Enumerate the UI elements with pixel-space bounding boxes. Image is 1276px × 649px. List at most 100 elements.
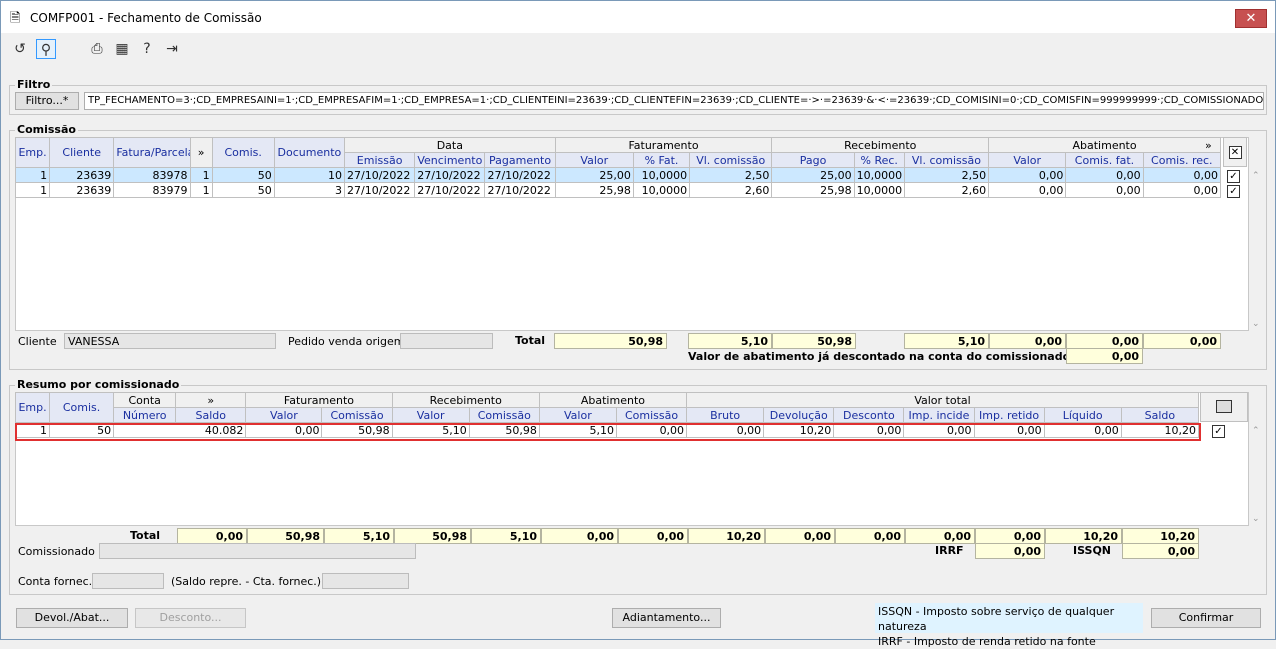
col-fat-valor[interactable]: Valor: [245, 407, 323, 423]
group-valor-total: Valor total: [686, 392, 1199, 408]
col-ab-comissao[interactable]: Comissão: [615, 407, 688, 423]
document-icon: 🗎: [10, 11, 21, 26]
col-fat-valor[interactable]: Valor: [554, 152, 634, 168]
cell-cliente: 23639: [49, 167, 115, 183]
rtotal-vt-saldo: 10,20: [1122, 528, 1199, 544]
col-comis[interactable]: Comis.: [49, 392, 115, 423]
cell-comis: 50: [211, 167, 275, 183]
col-fat-comissao[interactable]: Comissão: [321, 407, 393, 423]
col-expand-button[interactable]: »: [175, 392, 247, 408]
desconto-button[interactable]: Desconto...: [135, 608, 246, 628]
comissao-total-label: Total: [515, 334, 546, 347]
col-emissao[interactable]: Emissão: [344, 152, 416, 168]
col-rec-comissao[interactable]: Comissão: [468, 407, 540, 423]
cell-fat-valor: 25,98: [554, 182, 634, 198]
cell-ab-valor: 0,00: [988, 182, 1067, 198]
scroll-up-icon[interactable]: ⌃: [1252, 171, 1260, 181]
row-highlight: [15, 423, 1201, 441]
abatimento-descontado-label: Valor de abatimento já descontado na con…: [688, 350, 1071, 363]
row-checkbox[interactable]: ✓: [1227, 184, 1240, 198]
comissao-group-label: Comissão: [15, 123, 78, 136]
saldo-repre-label: (Saldo repre. - Cta. fornec.): [171, 575, 322, 588]
col-rec-vlcom[interactable]: Vl. comissão: [903, 152, 990, 168]
table-row[interactable]: 1 23639 83979 1 50 3 27/10/2022 27/10/20…: [14, 182, 1222, 198]
total-ab-comrec: 0,00: [1143, 333, 1221, 349]
legend-issqn: ISSQN - Imposto sobre serviço de qualque…: [878, 605, 1115, 633]
total-ab-valor: 0,00: [989, 333, 1066, 349]
uncheck-all-icon: ✕: [1228, 146, 1242, 159]
col-bruto[interactable]: Bruto: [686, 407, 765, 423]
rtotal-fat-comissao: 5,10: [324, 528, 394, 544]
row-checkbox[interactable]: ✓: [1227, 169, 1240, 183]
cell-rec-vlcom: 2,50: [903, 167, 990, 183]
col-rec-valor[interactable]: Valor: [391, 407, 470, 423]
col-fatura[interactable]: Fatura/Parcela: [113, 137, 191, 168]
irrf-label: IRRF: [935, 544, 964, 557]
help-icon[interactable]: ?: [137, 39, 157, 59]
undo-icon[interactable]: ↺: [10, 39, 30, 59]
cell-fatura: 83979: [113, 182, 191, 198]
col-rec-pct[interactable]: % Rec.: [853, 152, 905, 168]
rtotal-ab-valor: 0,00: [541, 528, 618, 544]
col-comis[interactable]: Comis.: [211, 137, 275, 168]
window-title: COMFP001 - Fechamento de Comissão: [30, 11, 262, 25]
scroll-down-icon[interactable]: ⌄: [1252, 319, 1260, 329]
col-vt-saldo[interactable]: Saldo: [1120, 407, 1200, 423]
select-all-toggle[interactable]: ✕: [1223, 137, 1247, 167]
col-documento[interactable]: Documento: [273, 137, 346, 168]
col-ab-comfat[interactable]: Comis. fat.: [1065, 152, 1144, 168]
col-ab-valor[interactable]: Valor: [988, 152, 1067, 168]
scroll-up-icon[interactable]: ⌃: [1252, 426, 1260, 436]
total-rec-vlcom: 5,10: [904, 333, 989, 349]
cell-rec-pago: 25,98: [771, 182, 855, 198]
rtotal-rec-valor: 50,98: [394, 528, 471, 544]
col-fat-vlcom[interactable]: Vl. comissão: [689, 152, 773, 168]
devol-abat-button[interactable]: Devol./Abat...: [16, 608, 128, 628]
issqn-value: 0,00: [1122, 543, 1199, 559]
col-saldo[interactable]: Saldo: [175, 407, 247, 423]
calendar-icon[interactable]: ▦: [112, 39, 132, 59]
col-cliente[interactable]: Cliente: [49, 137, 115, 168]
col-desconto[interactable]: Desconto: [833, 407, 905, 423]
rtotal-liquido: 10,20: [1045, 528, 1122, 544]
resumo-group-label: Resumo por comissionado: [15, 378, 182, 391]
table-row[interactable]: 1 23639 83978 1 50 10 27/10/2022 27/10/2…: [14, 167, 1222, 183]
col-rec-pago[interactable]: Pago: [771, 152, 855, 168]
group-faturamento: Faturamento: [554, 137, 773, 153]
pedido-label: Pedido venda origem: [288, 335, 405, 348]
cell-rec-vlcom: 2,60: [903, 182, 990, 198]
group-abatimento: Abatimento: [538, 392, 688, 408]
col-imp-retido[interactable]: Imp. retido: [973, 407, 1045, 423]
cell-emp: 1: [14, 182, 51, 198]
cell-ab-comfat: 0,00: [1065, 182, 1144, 198]
cliente-field: VANESSA: [64, 333, 276, 349]
col-devolucao[interactable]: Devolução: [763, 407, 835, 423]
filter-button[interactable]: Filtro...*: [15, 92, 79, 110]
expand-columns-button[interactable]: »: [1205, 139, 1212, 152]
col-numero[interactable]: Número: [113, 407, 177, 423]
scroll-down-icon[interactable]: ⌄: [1252, 514, 1260, 524]
confirmar-button[interactable]: Confirmar: [1151, 608, 1261, 628]
exit-icon[interactable]: ⇥: [162, 39, 182, 59]
col-ab-comrec[interactable]: Comis. rec.: [1142, 152, 1222, 168]
select-all-toggle[interactable]: [1200, 392, 1248, 422]
col-emp[interactable]: Emp.: [14, 137, 51, 168]
group-faturamento: Faturamento: [245, 392, 393, 408]
print-icon[interactable]: ⎙: [87, 39, 107, 59]
col-emp[interactable]: Emp.: [14, 392, 51, 423]
col-expand-button[interactable]: »: [189, 137, 213, 168]
search-icon[interactable]: ⚲: [36, 39, 56, 59]
row-checkbox[interactable]: ✓: [1212, 424, 1225, 438]
col-imp-incide[interactable]: Imp. incide: [903, 407, 975, 423]
comissao-table: Emp. Cliente Fatura/Parcela » Comis. Doc…: [14, 137, 1222, 198]
adiantamento-button[interactable]: Adiantamento...: [612, 608, 721, 628]
col-ab-valor[interactable]: Valor: [538, 407, 617, 423]
col-liquido[interactable]: Líquido: [1043, 407, 1122, 423]
col-pagamento[interactable]: Pagamento: [484, 152, 556, 168]
cell-ab-comrec: 0,00: [1142, 182, 1222, 198]
col-vencimento[interactable]: Vencimento: [414, 152, 486, 168]
close-icon[interactable]: ✕: [1235, 9, 1267, 28]
cell-comis: 50: [211, 182, 275, 198]
col-fat-pct[interactable]: % Fat.: [632, 152, 691, 168]
cell-ab-comfat: 0,00: [1065, 167, 1144, 183]
